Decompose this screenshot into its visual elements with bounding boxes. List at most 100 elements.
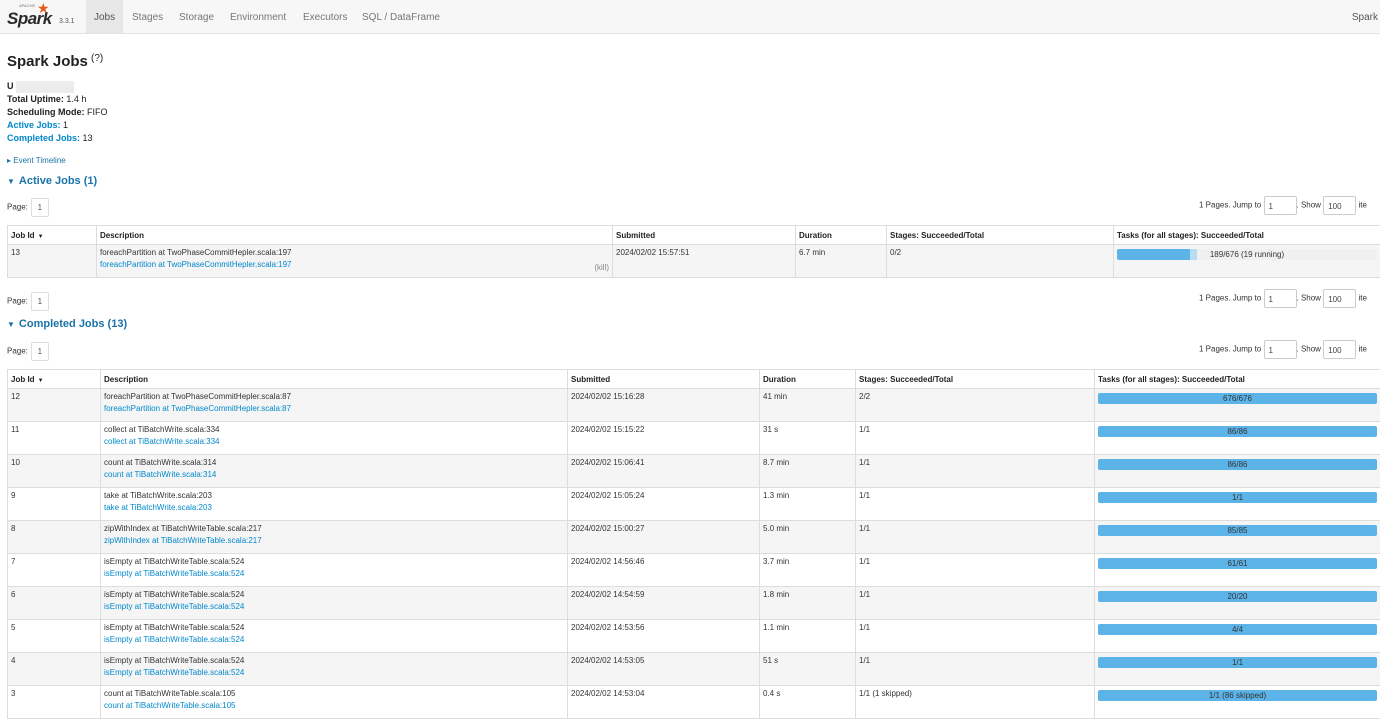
tab-storage[interactable]: Storage [179, 0, 214, 33]
col-submitted[interactable]: Submitted [613, 226, 796, 245]
items-label: ite [1358, 201, 1366, 210]
duration-cell: 1.8 min [760, 587, 856, 620]
help-link[interactable]: (?) [91, 53, 103, 64]
table-row: 13foreachPartition at TwoPhaseCommitHepl… [8, 245, 1380, 278]
description-link[interactable]: foreachPartition at TwoPhaseCommitHepler… [100, 260, 609, 269]
tasks-progress-bar: 61/61 [1098, 558, 1377, 569]
description-cell: zipWithIndex at TiBatchWriteTable.scala:… [101, 521, 568, 554]
spark-logo[interactable]: APACHE Spark ★ 3.3.1 [7, 3, 77, 31]
duration-cell: 3.7 min [760, 554, 856, 587]
page-label: Page: [7, 297, 28, 306]
completed-jobs-heading[interactable]: ▼Completed Jobs (13) [7, 318, 127, 330]
completed-jobs-link[interactable]: Completed Jobs: [7, 133, 80, 143]
duration-cell: 1.3 min [760, 488, 856, 521]
description-link[interactable]: isEmpty at TiBatchWriteTable.scala:524 [104, 602, 564, 611]
tab-sql-dataframe[interactable]: SQL / DataFrame [362, 0, 440, 33]
table-row: 9take at TiBatchWrite.scala:203take at T… [8, 488, 1380, 521]
tasks-progress-bar: 1/1 (86 skipped) [1098, 690, 1377, 701]
tasks-progress-bar: 86/86 [1098, 459, 1377, 470]
page-size-input[interactable]: 100 [1323, 340, 1356, 359]
description-link[interactable]: zipWithIndex at TiBatchWriteTable.scala:… [104, 536, 564, 545]
page-size-input[interactable]: 100 [1323, 289, 1356, 308]
description-cell: foreachPartition at TwoPhaseCommitHepler… [101, 389, 568, 422]
col-job-id-label: Job Id [11, 231, 35, 240]
page-number-button[interactable]: 1 [31, 292, 49, 311]
page-label: Page: [7, 347, 28, 356]
description-link[interactable]: count at TiBatchWrite.scala:314 [104, 470, 564, 479]
submitted-cell: 2024/02/02 14:54:59 [568, 587, 760, 620]
tasks-cell: 61/61 [1095, 554, 1380, 587]
tab-environment[interactable]: Environment [230, 0, 286, 33]
col-job-id[interactable]: Job Id▼ [8, 370, 101, 389]
submitted-cell: 2024/02/02 15:00:27 [568, 521, 760, 554]
tasks-progress-bar: 86/86 [1098, 426, 1377, 437]
col-duration[interactable]: Duration [796, 226, 887, 245]
kill-button[interactable]: (kill) [594, 263, 609, 272]
show-label: . Show [1297, 201, 1321, 210]
description-text: foreachPartition at TwoPhaseCommitHepler… [104, 392, 291, 401]
sort-desc-icon: ▼ [38, 378, 44, 384]
stages-cell: 1/1 [856, 620, 1095, 653]
col-submitted[interactable]: Submitted [568, 370, 760, 389]
description-cell: isEmpty at TiBatchWriteTable.scala:524is… [101, 620, 568, 653]
tab-stages[interactable]: Stages [132, 0, 163, 33]
description-link[interactable]: foreachPartition at TwoPhaseCommitHepler… [104, 404, 564, 413]
jump-to-input[interactable]: 1 [1264, 340, 1297, 359]
jump-to-input[interactable]: 1 [1264, 289, 1297, 308]
description-link[interactable]: isEmpty at TiBatchWriteTable.scala:524 [104, 635, 564, 644]
description-cell: isEmpty at TiBatchWriteTable.scala:524is… [101, 554, 568, 587]
tasks-cell: 189/676 (19 running) [1114, 245, 1380, 278]
col-stages[interactable]: Stages: Succeeded/Total [856, 370, 1095, 389]
pages-jump-label: 1 Pages. Jump to [1199, 345, 1261, 354]
description-link[interactable]: take at TiBatchWrite.scala:203 [104, 503, 564, 512]
event-timeline-toggle[interactable]: ▸ Event Timeline [7, 156, 66, 165]
col-description[interactable]: Description [101, 370, 568, 389]
description-link[interactable]: count at TiBatchWriteTable.scala:105 [104, 701, 564, 710]
description-link[interactable]: isEmpty at TiBatchWriteTable.scala:524 [104, 668, 564, 677]
submitted-cell: 2024/02/02 15:57:51 [613, 245, 796, 278]
redacted-user [16, 81, 74, 93]
description-cell: foreachPartition at TwoPhaseCommitHepler… [97, 245, 613, 278]
stages-cell: 1/1 [856, 455, 1095, 488]
active-pager-controls-top: 1 Pages. Jump to 1. Show 100 ite [1199, 196, 1367, 215]
active-jobs-heading-label: Active Jobs (1) [19, 175, 97, 187]
job-id-cell: 12 [8, 389, 101, 422]
page-number-button[interactable]: 1 [31, 342, 49, 361]
page-number-button[interactable]: 1 [31, 198, 49, 217]
sort-desc-icon: ▼ [38, 234, 44, 240]
description-link[interactable]: isEmpty at TiBatchWriteTable.scala:524 [104, 569, 564, 578]
uptime-line: Total Uptime: 1.4 h [7, 93, 86, 105]
stages-cell: 2/2 [856, 389, 1095, 422]
items-label: ite [1358, 345, 1366, 354]
description-link[interactable]: collect at TiBatchWrite.scala:334 [104, 437, 564, 446]
completed-jobs-table: Job Id▼ Description Submitted Duration S… [7, 369, 1380, 719]
description-cell: take at TiBatchWrite.scala:203take at Ti… [101, 488, 568, 521]
uptime-value: 1.4 h [66, 94, 86, 104]
caret-down-icon: ▼ [7, 177, 15, 186]
active-jobs-heading[interactable]: ▼ Active Jobs (1) [7, 175, 97, 187]
tab-jobs[interactable]: Jobs [86, 0, 123, 33]
col-stages[interactable]: Stages: Succeeded/Total [887, 226, 1114, 245]
stages-cell: 1/1 [856, 521, 1095, 554]
caret-down-icon: ▼ [7, 320, 15, 329]
job-id-cell: 9 [8, 488, 101, 521]
pages-jump-label: 1 Pages. Jump to [1199, 201, 1261, 210]
table-row: 5isEmpty at TiBatchWriteTable.scala:524i… [8, 620, 1380, 653]
table-row: 6isEmpty at TiBatchWriteTable.scala:524i… [8, 587, 1380, 620]
active-jobs-link[interactable]: Active Jobs: [7, 120, 61, 130]
jump-to-input[interactable]: 1 [1264, 196, 1297, 215]
col-description[interactable]: Description [97, 226, 613, 245]
table-row: 8zipWithIndex at TiBatchWriteTable.scala… [8, 521, 1380, 554]
page-size-input[interactable]: 100 [1323, 196, 1356, 215]
duration-cell: 41 min [760, 389, 856, 422]
col-duration[interactable]: Duration [760, 370, 856, 389]
pages-jump-label: 1 Pages. Jump to [1199, 294, 1261, 303]
progress-text: 1/1 [1098, 492, 1377, 503]
user-label: U [7, 81, 14, 91]
col-tasks[interactable]: Tasks (for all stages): Succeeded/Total [1114, 226, 1380, 245]
tab-executors[interactable]: Executors [303, 0, 347, 33]
stages-cell: 1/1 [856, 554, 1095, 587]
col-tasks[interactable]: Tasks (for all stages): Succeeded/Total [1095, 370, 1380, 389]
completed-pager-top: Page:1 [7, 342, 49, 361]
col-job-id[interactable]: Job Id▼ [8, 226, 97, 245]
